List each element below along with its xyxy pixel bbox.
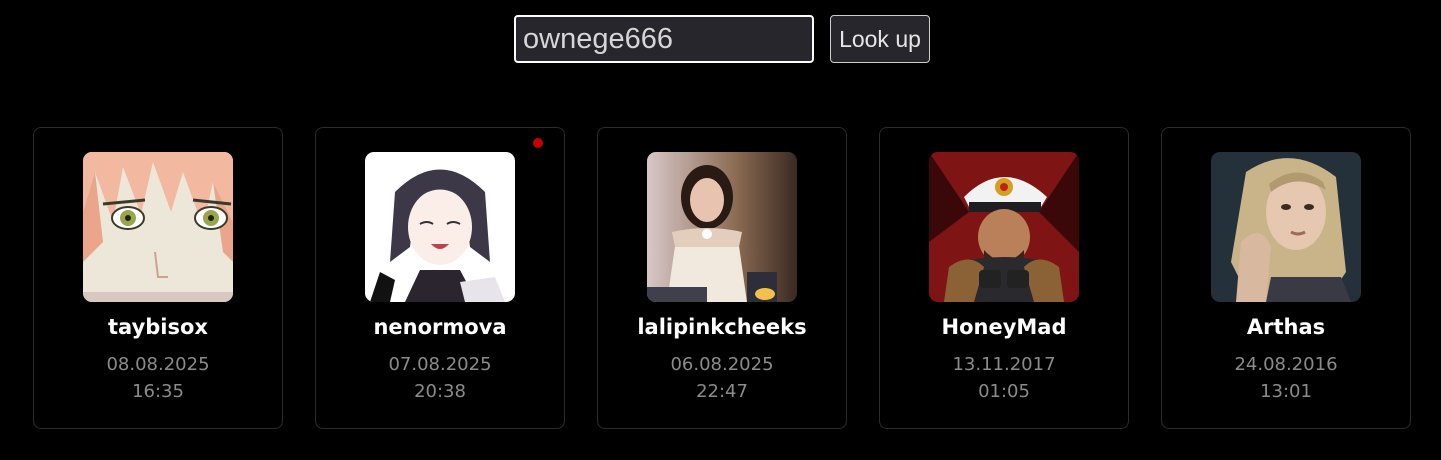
avatar	[929, 152, 1079, 302]
captain-avatar-image	[929, 152, 1079, 302]
anime-avatar-image	[83, 152, 233, 302]
date: 24.08.2016	[1234, 354, 1338, 375]
avatar	[647, 152, 797, 302]
avatar	[83, 152, 233, 302]
username[interactable]: nenormova	[316, 315, 564, 339]
photo-avatar-image	[1211, 152, 1361, 302]
username[interactable]: Arthas	[1162, 315, 1410, 339]
photo-avatar-image	[647, 152, 797, 302]
username[interactable]: taybisox	[34, 315, 282, 339]
avatar	[365, 152, 515, 302]
time: 13:01	[1260, 381, 1312, 402]
user-cards-list: taybisox 08.08.2025 16:35 nenormova 07.0…	[33, 127, 1411, 429]
anime-avatar-image	[365, 152, 515, 302]
search-bar: Look up	[514, 15, 930, 63]
username[interactable]: HoneyMad	[880, 315, 1128, 339]
time: 01:05	[978, 381, 1030, 402]
avatar	[1211, 152, 1361, 302]
search-input[interactable]	[514, 15, 814, 63]
user-card[interactable]: nenormova 07.08.2025 20:38	[315, 127, 565, 429]
look-up-button[interactable]: Look up	[830, 15, 930, 63]
user-card[interactable]: taybisox 08.08.2025 16:35	[33, 127, 283, 429]
date: 06.08.2025	[670, 354, 774, 375]
user-card[interactable]: lalipinkcheeks 06.08.2025 22:47	[597, 127, 847, 429]
user-card[interactable]: HoneyMad 13.11.2017 01:05	[879, 127, 1129, 429]
time: 20:38	[414, 381, 466, 402]
date: 08.08.2025	[106, 354, 210, 375]
user-card[interactable]: Arthas 24.08.2016 13:01	[1161, 127, 1411, 429]
live-indicator-dot	[533, 138, 543, 148]
time: 16:35	[132, 381, 184, 402]
date: 07.08.2025	[388, 354, 492, 375]
time: 22:47	[696, 381, 748, 402]
date: 13.11.2017	[952, 354, 1056, 375]
username[interactable]: lalipinkcheeks	[598, 315, 846, 339]
